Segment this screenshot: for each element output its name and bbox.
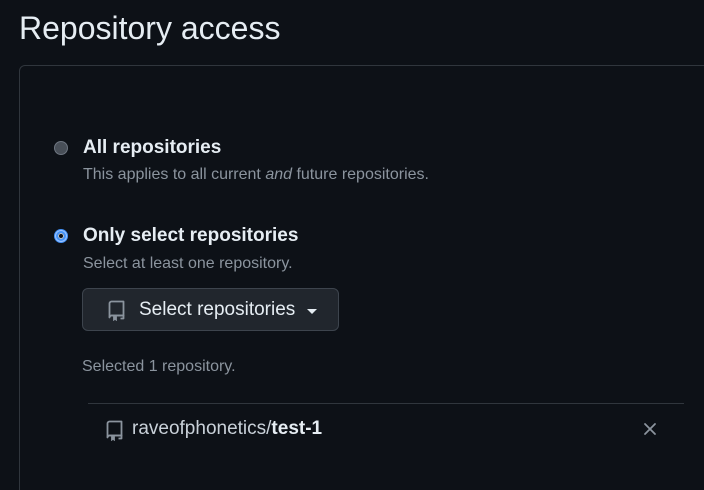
- select-repositories-description: Select at least one repository.: [83, 255, 293, 272]
- select-repositories-button[interactable]: Select repositories: [82, 288, 339, 331]
- repo-name: test-1: [271, 418, 323, 439]
- select-repositories-button-label: Select repositories: [139, 299, 296, 320]
- repo-icon: [106, 420, 124, 446]
- all-repositories-description: This applies to all current and future r…: [83, 166, 429, 184]
- caret-down-icon: [307, 309, 317, 314]
- select-repositories-radio[interactable]: [54, 229, 68, 243]
- description-emphasis: and: [265, 166, 293, 183]
- selected-repo-name: raveofphonetics/test-1: [132, 418, 322, 440]
- all-repositories-label[interactable]: All repositories: [83, 137, 221, 159]
- page-title: Repository access: [19, 10, 281, 46]
- select-repositories-label[interactable]: Only select repositories: [83, 225, 298, 247]
- all-repositories-radio[interactable]: [54, 141, 68, 155]
- selected-repo-row: raveofphonetics/test-1: [88, 403, 684, 456]
- repo-owner: raveofphonetics/: [132, 418, 272, 439]
- close-icon[interactable]: [642, 421, 658, 437]
- repo-icon: [108, 300, 126, 326]
- repository-access-panel: All repositories This applies to all cur…: [19, 65, 704, 490]
- page: Repository access All repositories This …: [0, 0, 704, 490]
- selected-count: Selected 1 repository.: [82, 358, 236, 375]
- description-text-start: This applies to all current: [83, 166, 266, 183]
- description-text-end: future repositories.: [292, 166, 429, 183]
